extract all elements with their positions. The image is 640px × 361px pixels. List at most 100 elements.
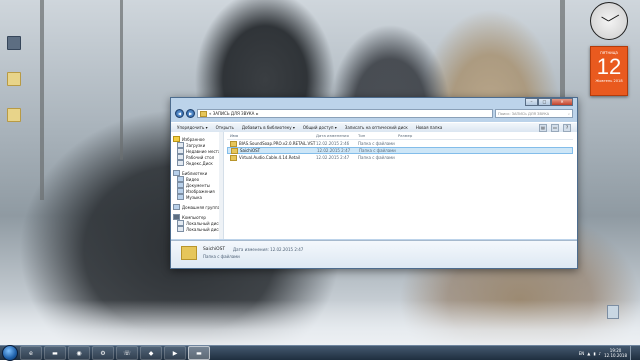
folder-icon: ▬ — [196, 349, 202, 357]
desktop-icon-computer[interactable] — [3, 36, 25, 51]
explorer-window[interactable]: – □ ✕ ◀ ▶ « ЗАПИСЬ ДЛЯ ЗВУКА ▸ Поиск: ЗА… — [170, 97, 578, 269]
breadcrumb[interactable]: « ЗАПИСЬ ДЛЯ ЗВУКА — [209, 111, 254, 116]
taskbar: e ▬ ◉ ⚙ ☏ ◆ ▶ ▬ EN ▲ ▮ ♪ 19:20 12.10.201… — [0, 345, 640, 361]
view-options-icon[interactable]: ▤ — [539, 123, 547, 132]
nav-label: Локальный диск — [186, 226, 221, 232]
volume-icon[interactable]: ♪ — [599, 351, 602, 356]
search-placeholder: Поиск: ЗАПИСЬ ДЛЯ ЗВУКА — [498, 111, 550, 116]
nav-label: Музыка — [186, 194, 202, 200]
media-icon: ▶ — [172, 349, 178, 357]
search-icon: ⌕ — [567, 111, 570, 116]
nav-libraries: Библиотеки Видео Документы Изображения М… — [171, 170, 223, 200]
address-bar[interactable]: « ЗАПИСЬ ДЛЯ ЗВУКА ▸ — [197, 109, 493, 118]
add-to-library-button[interactable]: Добавить в библиотеку ▾ — [242, 125, 295, 130]
column-size[interactable]: Размер — [398, 133, 438, 138]
folder-icon — [7, 72, 21, 86]
chrome-icon: ◉ — [76, 349, 82, 357]
file-row[interactable]: Virtual.Audio.Cable.4.14.Retail 12.02.20… — [227, 154, 573, 161]
network-icon[interactable]: ▮ — [593, 351, 595, 356]
file-row-selected[interactable]: SaichiOST 12.02.2015 2:47 Папка с файлам… — [227, 147, 573, 154]
help-icon[interactable]: ? — [563, 123, 571, 132]
nav-label: Локальный диск — [186, 220, 221, 226]
taskbar-steam[interactable]: ⚙ — [92, 346, 114, 360]
nav-label: Библиотеки — [182, 170, 208, 176]
nav-computer: Компьютер Локальный диск Локальный диск — [171, 214, 223, 232]
computer-icon — [7, 36, 21, 50]
show-desktop-button[interactable] — [630, 346, 636, 360]
tray-arrow-icon[interactable]: ▲ — [587, 351, 590, 356]
content-area: Избранное Загрузки Недавние места Рабочи… — [171, 132, 577, 239]
yandex-disk-icon — [177, 160, 184, 166]
close-button[interactable]: ✕ — [551, 98, 573, 106]
nav-scrollbar[interactable] — [219, 132, 223, 239]
viber-icon: ☏ — [123, 349, 131, 357]
file-list: Имя Дата изменения Тип Размер BIAS.Sound… — [227, 132, 573, 239]
title-bar[interactable]: – □ ✕ — [171, 98, 577, 106]
taskbar-explorer-active[interactable]: ▬ — [188, 346, 210, 360]
clock[interactable]: 19:20 12.10.2018 — [604, 348, 627, 358]
file-date: 12.02.2015 2:46 — [316, 141, 350, 146]
folder-icon — [230, 140, 237, 147]
address-row: ◀ ▶ « ЗАПИСЬ ДЛЯ ЗВУКА ▸ Поиск: ЗАПИСЬ Д… — [175, 109, 573, 118]
folder-icon — [230, 154, 237, 161]
calendar-gadget[interactable]: пятница 12 Жовтень 2018 — [590, 46, 628, 96]
nav-label: Документы — [186, 182, 210, 188]
details-name: SaichiOST — [203, 247, 226, 252]
disk-icon — [177, 226, 184, 232]
taskbar-ie[interactable]: e — [20, 346, 42, 360]
column-type[interactable]: Тип — [358, 133, 398, 138]
desktop-icon-recycle-bin[interactable] — [605, 305, 621, 319]
wallpaper-tree — [40, 0, 44, 200]
nav-label: Рабочий стол — [186, 154, 215, 160]
nav-item-yandex-disk[interactable]: Яндекс.Диск — [171, 160, 223, 166]
nav-label: Избранное — [182, 136, 205, 142]
new-folder-button[interactable]: Новая папка — [416, 125, 443, 130]
taskbar-explorer[interactable]: ▬ — [44, 346, 66, 360]
forward-button[interactable]: ▶ — [186, 109, 195, 118]
app-icon: ◆ — [148, 349, 154, 357]
desktop-icon-folder[interactable] — [3, 72, 25, 87]
nav-homegroup: Домашняя группа — [171, 204, 223, 210]
language-indicator[interactable]: EN — [579, 351, 585, 356]
organize-button[interactable]: Упорядочить ▾ — [177, 125, 208, 130]
folder-icon — [181, 246, 197, 260]
nav-item-local-disk[interactable]: Локальный диск — [171, 226, 223, 232]
recycle-bin-icon — [607, 305, 619, 319]
breadcrumb-arrow-icon[interactable]: ▸ — [256, 111, 258, 116]
folder-icon — [7, 108, 21, 122]
file-date: 12.02.2015 2:47 — [316, 155, 350, 160]
music-icon — [177, 194, 184, 200]
burn-button[interactable]: Записать на оптический диск — [345, 125, 408, 130]
open-button[interactable]: Открыть — [216, 125, 234, 130]
nav-item-homegroup[interactable]: Домашняя группа — [171, 204, 223, 210]
window-controls: – □ ✕ — [525, 98, 573, 106]
share-button[interactable]: Общий доступ ▾ — [303, 125, 337, 130]
maximize-button[interactable]: □ — [538, 98, 551, 106]
clock-gadget[interactable] — [590, 2, 628, 40]
taskbar-viber[interactable]: ☏ — [116, 346, 138, 360]
taskbar-chrome[interactable]: ◉ — [68, 346, 90, 360]
start-button[interactable] — [2, 345, 18, 361]
column-name[interactable]: Имя — [227, 133, 316, 138]
column-date[interactable]: Дата изменения — [316, 133, 358, 138]
search-input[interactable]: Поиск: ЗАПИСЬ ДЛЯ ЗВУКА ⌕ — [495, 109, 573, 118]
file-name: BIAS.SoundSoap.PRO.v2.0.RETAiL.VST — [239, 141, 316, 146]
taskbar-media[interactable]: ▶ — [164, 346, 186, 360]
file-name: Virtual.Audio.Cable.4.14.Retail — [239, 155, 301, 160]
file-row[interactable]: BIAS.SoundSoap.PRO.v2.0.RETAiL.VST 12.02… — [227, 140, 573, 147]
details-type: Папка с файлами — [203, 254, 240, 259]
system-tray: EN ▲ ▮ ♪ 19:20 12.10.2018 — [579, 346, 640, 360]
desktop-icon-folder[interactable] — [3, 108, 25, 123]
taskbar-app[interactable]: ◆ — [140, 346, 162, 360]
preview-pane-icon[interactable]: ▭ — [551, 123, 559, 132]
folder-icon — [231, 147, 238, 154]
steam-icon: ⚙ — [100, 349, 106, 357]
wallpaper-tree — [120, 0, 123, 160]
minimize-button[interactable]: – — [525, 98, 538, 106]
calendar-day: 12 — [596, 54, 622, 79]
nav-item-music[interactable]: Музыка — [171, 194, 223, 200]
back-button[interactable]: ◀ — [175, 109, 184, 118]
view-controls: ▤ ▭ ? — [539, 123, 577, 132]
nav-label: Загрузки — [186, 142, 206, 148]
navigation-pane: Избранное Загрузки Недавние места Рабочи… — [171, 132, 224, 239]
